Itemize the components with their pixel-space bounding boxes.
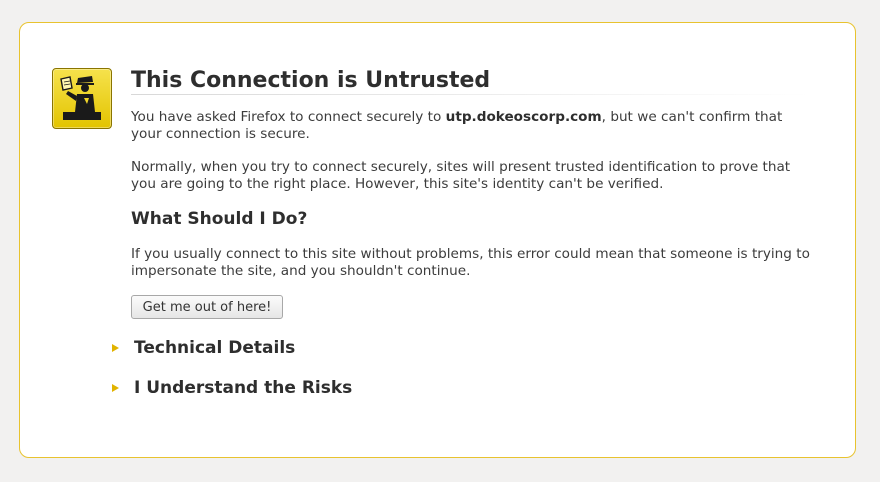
intro-text: You have asked Firefox to connect secure… bbox=[131, 109, 811, 143]
title-divider bbox=[131, 94, 811, 95]
understand-risks-label: I Understand the Risks bbox=[134, 378, 353, 398]
triangle-right-icon bbox=[112, 384, 119, 392]
security-officer-icon bbox=[52, 68, 112, 129]
triangle-right-icon bbox=[112, 344, 119, 352]
error-panel: This Connection is Untrusted You have as… bbox=[19, 22, 856, 458]
intro-prefix: You have asked Firefox to connect secure… bbox=[131, 109, 446, 125]
technical-details-expander[interactable]: Technical Details bbox=[112, 336, 295, 360]
page-title: This Connection is Untrusted bbox=[131, 68, 491, 93]
explanation-text: Normally, when you try to connect secure… bbox=[131, 159, 791, 192]
what-should-i-do-text: If you usually connect to this site with… bbox=[131, 246, 810, 279]
understand-risks-expander[interactable]: I Understand the Risks bbox=[112, 376, 352, 400]
get-me-out-button[interactable]: Get me out of here! bbox=[131, 295, 283, 319]
what-should-i-do-heading: What Should I Do? bbox=[131, 209, 308, 229]
site-domain: utp.dokeoscorp.com bbox=[445, 109, 602, 125]
technical-details-label: Technical Details bbox=[134, 338, 296, 358]
